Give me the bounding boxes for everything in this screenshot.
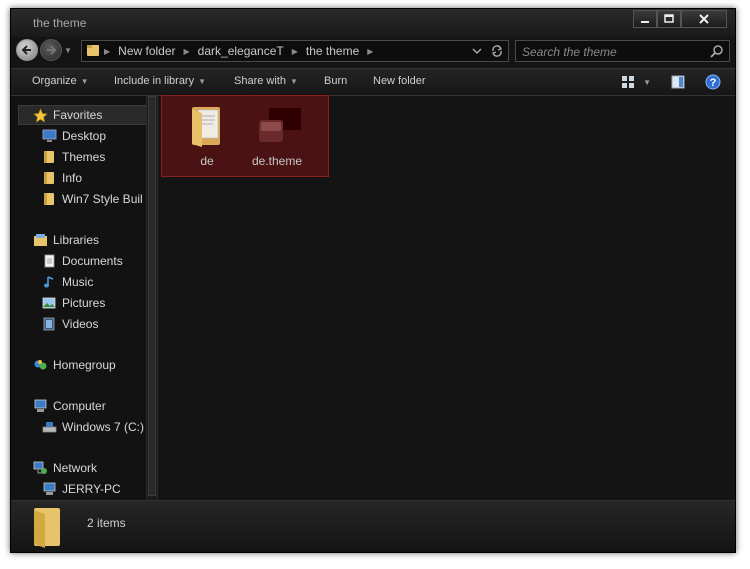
address-row: ▼ ▶ New folder ▶ dark_eleganceT ▶ the th…	[11, 37, 735, 69]
folder-icon	[167, 102, 247, 150]
refresh-icon[interactable]	[490, 44, 504, 58]
folder-icon	[86, 43, 100, 60]
navigation-scrollbar[interactable]	[146, 96, 157, 500]
folder-icon	[41, 191, 57, 207]
chevron-down-icon: ▼	[289, 77, 298, 86]
back-arrow-icon	[21, 45, 31, 55]
sidebar-network[interactable]: Network	[32, 458, 97, 478]
address-actions	[472, 44, 504, 58]
svg-text:?: ?	[710, 77, 717, 89]
new-folder-button[interactable]: New folder	[373, 75, 426, 87]
computer-icon	[41, 481, 57, 497]
search-input[interactable]	[516, 41, 714, 63]
computer-icon	[32, 398, 48, 414]
address-dropdown-icon[interactable]	[472, 46, 482, 56]
organize-button[interactable]: Organize ▼	[32, 75, 89, 87]
sidebar-item-documents[interactable]: Documents	[41, 251, 123, 271]
star-icon	[32, 107, 48, 123]
chevron-right-icon: ▶	[104, 46, 111, 56]
maximize-button[interactable]	[657, 10, 681, 28]
homegroup-icon	[32, 357, 48, 373]
minimize-button[interactable]	[633, 10, 657, 28]
burn-button[interactable]: Burn	[324, 75, 347, 87]
breadcrumb-item[interactable]: the theme ▶	[306, 44, 382, 58]
chevron-right-icon[interactable]: ▶	[367, 47, 373, 56]
sidebar-computer[interactable]: Computer	[32, 396, 106, 416]
file-item-theme[interactable]: de.theme	[237, 102, 317, 168]
help-icon[interactable]: ?	[705, 74, 721, 90]
search-icon[interactable]	[710, 44, 724, 58]
drive-icon	[41, 419, 57, 435]
share-with-button[interactable]: Share with ▼	[234, 75, 298, 87]
chevron-right-icon[interactable]: ▶	[184, 47, 190, 56]
maximize-icon	[664, 14, 674, 23]
close-icon	[699, 14, 709, 24]
view-controls: ▼ ?	[621, 74, 721, 90]
back-button[interactable]	[16, 39, 38, 61]
sidebar-item-windows7-drive[interactable]: Windows 7 (C:)	[41, 417, 144, 437]
scrollbar-thumb[interactable]	[148, 96, 156, 496]
item-count: 2 items	[87, 516, 126, 530]
breadcrumb-item[interactable]: New folder ▶	[118, 44, 198, 58]
documents-icon	[41, 253, 57, 269]
forward-arrow-icon	[47, 45, 57, 55]
file-name: de.theme	[251, 154, 303, 168]
search-box	[515, 40, 730, 63]
sidebar-item-jerry-pc[interactable]: JERRY-PC	[41, 479, 121, 499]
breadcrumb-root[interactable]: ▶	[100, 47, 118, 56]
sidebar-item-win7-style-builder[interactable]: Win7 Style Buil	[41, 189, 143, 209]
chevron-down-icon: ▼	[80, 77, 89, 86]
folder-icon	[41, 149, 57, 165]
sidebar-item-pictures[interactable]: Pictures	[41, 293, 105, 313]
chevron-right-icon[interactable]: ▶	[292, 47, 298, 56]
chevron-down-icon: ▼	[198, 77, 207, 86]
file-list[interactable]: de de.theme	[157, 95, 735, 500]
sidebar-item-desktop[interactable]: Desktop	[41, 126, 106, 146]
file-name: de	[200, 154, 214, 168]
sidebar-item-info[interactable]: Info	[41, 168, 82, 188]
file-item-folder[interactable]: de	[167, 102, 247, 168]
address-bar[interactable]: ▶ New folder ▶ dark_eleganceT ▶ the them…	[81, 40, 509, 62]
window-controls	[633, 10, 727, 28]
pictures-icon	[41, 295, 57, 311]
sidebar-item-videos[interactable]: Videos	[41, 314, 98, 334]
theme-file-icon	[237, 102, 317, 150]
videos-icon	[41, 316, 57, 332]
include-in-library-button[interactable]: Include in library ▼	[114, 75, 206, 87]
change-view-icon[interactable]	[621, 75, 635, 89]
sidebar-item-music[interactable]: Music	[41, 272, 93, 292]
desktop-icon	[41, 128, 57, 144]
command-bar: Organize ▼ Include in library ▼ Share with…	[11, 68, 735, 96]
forward-button[interactable]	[40, 39, 62, 61]
sidebar-homegroup[interactable]: Homegroup	[32, 355, 116, 375]
minimize-icon	[641, 21, 649, 23]
explorer-window: the theme ▼ ▶ New folder ▶ dark_elegance…	[10, 8, 736, 553]
window-title: the theme	[33, 16, 87, 30]
folder-icon	[31, 506, 65, 551]
close-button[interactable]	[681, 10, 727, 28]
details-pane: 2 items	[11, 500, 735, 552]
music-icon	[41, 274, 57, 290]
title-bar[interactable]: the theme	[11, 9, 735, 37]
navigation-buttons: ▼	[16, 39, 73, 61]
recent-pages-dropdown[interactable]: ▼	[63, 46, 73, 55]
navigation-pane: Favorites Desktop Themes Info Win7 Style…	[11, 96, 157, 500]
breadcrumb-item[interactable]: dark_eleganceT ▶	[198, 44, 306, 58]
view-dropdown-icon[interactable]: ▼	[643, 78, 651, 87]
sidebar-item-themes[interactable]: Themes	[41, 147, 105, 167]
network-icon	[32, 460, 48, 476]
libraries-icon	[32, 232, 48, 248]
sidebar-libraries[interactable]: Libraries	[32, 230, 99, 250]
folder-icon	[41, 170, 57, 186]
preview-pane-icon[interactable]	[671, 75, 685, 89]
sidebar-favorites[interactable]: Favorites	[18, 105, 156, 125]
